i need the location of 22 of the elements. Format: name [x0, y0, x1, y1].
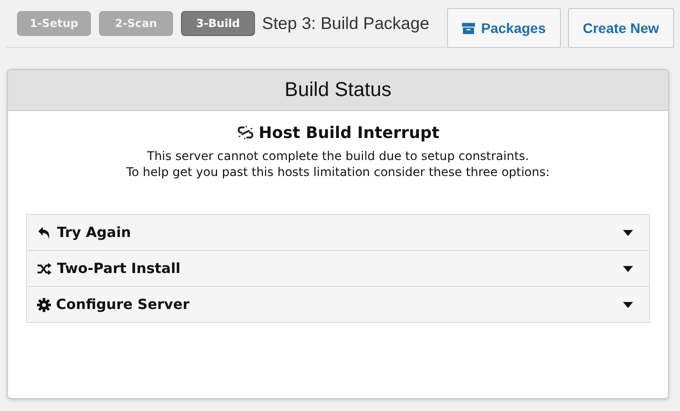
gear-icon	[37, 298, 51, 312]
step-button[interactable]: 3-Build	[181, 11, 255, 36]
caret-icon	[623, 302, 633, 308]
panel-title: Build Status	[284, 78, 392, 102]
option-label: Configure Server	[56, 296, 190, 312]
accordion-row[interactable]: Two-Part Install	[27, 250, 649, 286]
create-new-button[interactable]: Create New	[568, 8, 674, 48]
caret-icon	[623, 266, 633, 272]
undo-arrow-icon	[37, 226, 52, 240]
message-text: This server cannot complete the build due to setup constraints.	[146, 148, 529, 164]
archive-icon	[462, 22, 476, 34]
broken-link-icon	[236, 124, 254, 141]
caret-icon	[623, 230, 633, 236]
shuffle-icon	[37, 262, 52, 276]
step-title: Step 3: Build Package	[262, 14, 430, 34]
option-label: Try Again	[57, 224, 131, 240]
accordion-row[interactable]: Configure Server	[27, 286, 649, 322]
option-label: Two-Part Install	[57, 260, 180, 276]
accordion-row[interactable]: Try Again	[27, 215, 649, 250]
packages-button[interactable]: Packages	[447, 8, 561, 48]
panel-heading: Host Build Interrupt	[258, 123, 440, 142]
message-text: To help get you past this hosts limitation consider these three options:	[126, 164, 550, 180]
